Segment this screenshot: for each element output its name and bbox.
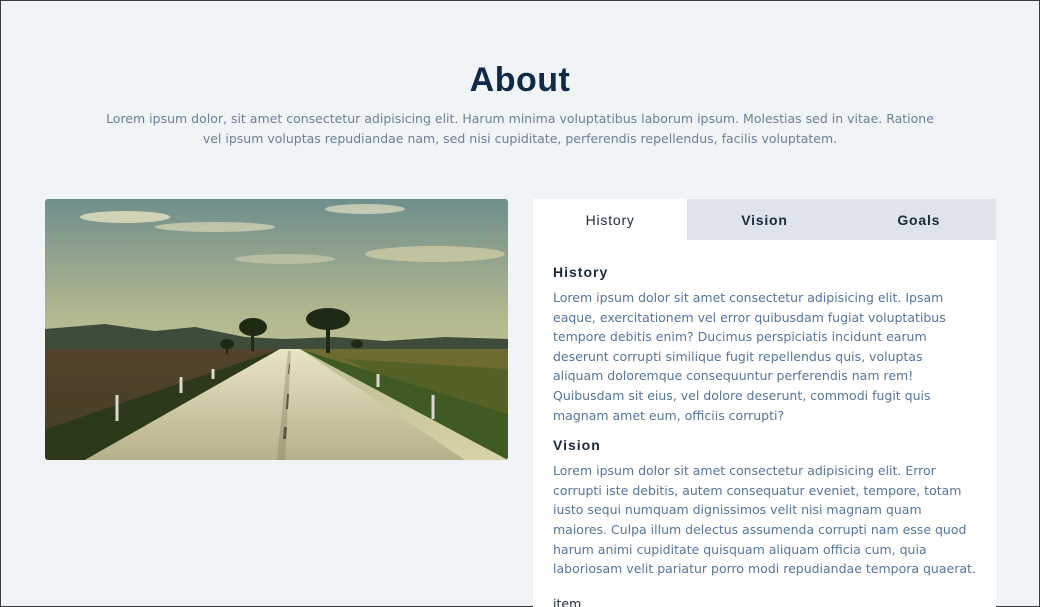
tab-vision[interactable]: Vision [687, 199, 842, 240]
about-description: Lorem ipsum dolor, sit amet consectetur … [106, 111, 934, 146]
history-heading: History [553, 264, 609, 280]
tab-content: History Lorem ipsum dolor sit amet conse… [533, 240, 996, 607]
about-tabs-panel: History Vision Goals History Lorem ipsum… [533, 199, 996, 607]
about-title: About [469, 61, 571, 99]
tab-history[interactable]: History [533, 199, 688, 240]
history-text: Lorem ipsum dolor sit amet consectetur a… [553, 290, 946, 423]
road-landscape-image [45, 199, 508, 460]
tab-bar: History Vision Goals [533, 199, 996, 240]
tab-goals[interactable]: Goals [841, 199, 996, 240]
vision-heading: Vision [553, 437, 601, 454]
vision-text: Lorem ipsum dolor sit amet consectetur a… [553, 463, 976, 577]
content-list: item item [553, 595, 976, 607]
list-item: item [553, 595, 582, 607]
